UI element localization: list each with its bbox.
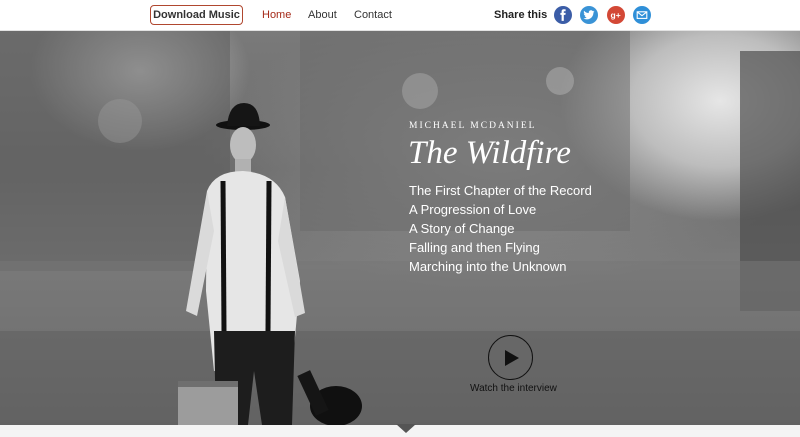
- svg-text:g+: g+: [611, 10, 621, 20]
- top-nav: Download Music Home About Contact Share …: [0, 0, 800, 31]
- track-item: A Story of Change: [409, 221, 515, 236]
- facebook-icon[interactable]: [554, 6, 572, 24]
- download-music-button[interactable]: Download Music: [150, 5, 243, 25]
- track-item: A Progression of Love: [409, 202, 537, 217]
- artist-name: MICHAEL MCDANIEL: [409, 121, 537, 131]
- hero-banner: MICHAEL MCDANIEL The Wildfire The First …: [0, 31, 800, 425]
- twitter-icon[interactable]: [580, 6, 598, 24]
- share-label: Share this: [494, 9, 548, 21]
- track-item: The First Chapter of the Record: [409, 183, 592, 198]
- hero-photo: [0, 31, 800, 425]
- nav-link-about[interactable]: About: [308, 9, 337, 21]
- watch-interview-label[interactable]: Watch the interview: [470, 383, 557, 394]
- track-item: Falling and then Flying: [409, 240, 540, 255]
- nav-link-contact[interactable]: Contact: [354, 9, 392, 21]
- google-plus-icon[interactable]: g+: [607, 6, 625, 24]
- album-title: The Wildfire: [408, 135, 571, 171]
- email-icon[interactable]: [633, 6, 651, 24]
- play-interview-button[interactable]: [488, 335, 533, 380]
- nav-link-home[interactable]: Home: [262, 9, 291, 21]
- track-item: Marching into the Unknown: [409, 259, 567, 274]
- play-icon: [505, 349, 519, 366]
- chevron-down-icon[interactable]: [396, 424, 416, 433]
- track-list: The First Chapter of the Record A Progre…: [409, 181, 592, 276]
